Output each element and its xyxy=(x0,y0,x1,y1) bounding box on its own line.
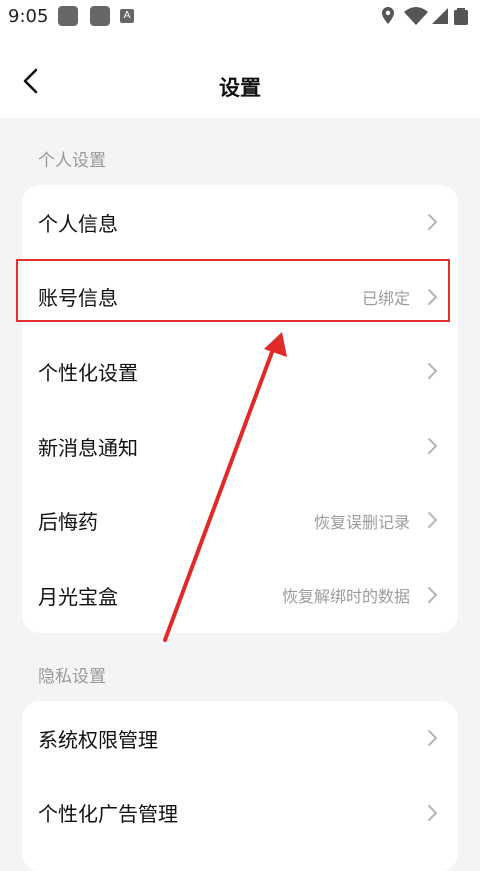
settings-item-regret-medicine[interactable]: 后悔药 恢复误删记录 xyxy=(22,483,458,558)
section-title-personal: 个人设置 xyxy=(38,151,106,171)
settings-item-value: 恢复解绑时的数据 xyxy=(281,587,410,607)
app-square-icon xyxy=(90,6,110,26)
settings-item-label: 月光宝盒 xyxy=(38,584,118,609)
chevron-right-icon xyxy=(428,288,437,305)
chevron-right-icon xyxy=(428,214,437,230)
wifi-icon xyxy=(404,7,428,25)
settings-item-ad-personalization[interactable]: 个性化广告管理 xyxy=(22,776,458,851)
location-icon xyxy=(382,7,394,24)
battery-icon xyxy=(454,8,468,25)
page-title: 设置 xyxy=(219,76,261,100)
app-square-icon xyxy=(58,6,78,26)
chevron-right-icon xyxy=(428,437,437,454)
settings-item-label: 个性化设置 xyxy=(38,360,138,385)
status-right-icons xyxy=(382,7,468,25)
settings-item-value: 恢复误删记录 xyxy=(313,512,410,532)
settings-item-account-info[interactable]: 账号信息 已绑定 xyxy=(22,260,458,335)
settings-item-personalization[interactable]: 个性化设置 xyxy=(22,334,458,409)
settings-item-value: 已绑定 xyxy=(361,288,410,308)
chevron-right-icon xyxy=(428,730,437,746)
settings-item-label: 后悔药 xyxy=(38,510,98,535)
signal-icon xyxy=(432,8,448,24)
settings-item-label: 账号信息 xyxy=(38,286,118,311)
chevron-right-icon xyxy=(428,363,437,380)
section-title-privacy: 隐私设置 xyxy=(38,667,106,687)
settings-item-notifications[interactable]: 新消息通知 xyxy=(22,409,458,484)
settings-item-label: 新消息通知 xyxy=(38,435,138,460)
settings-item-moonlight-box[interactable]: 月光宝盒 恢复解绑时的数据 xyxy=(22,558,458,633)
status-bar: 9:05 A xyxy=(0,0,480,34)
chevron-right-icon xyxy=(428,804,437,821)
settings-item-label: 系统权限管理 xyxy=(38,727,158,752)
status-time: 9:05 xyxy=(8,6,49,27)
settings-card-privacy: 系统权限管理 个性化广告管理 xyxy=(22,701,458,871)
settings-item-label: 个人信息 xyxy=(38,211,118,236)
settings-item-personal-info[interactable]: 个人信息 xyxy=(22,185,458,260)
a-icon: A xyxy=(120,9,134,23)
settings-card-personal: 个人信息 账号信息 已绑定 个性化设置 新消息通知 后悔药 恢复误删记录 月光宝… xyxy=(22,185,458,633)
chevron-right-icon xyxy=(428,586,437,603)
settings-item-label: 个性化广告管理 xyxy=(38,802,178,827)
chevron-right-icon xyxy=(428,512,437,529)
header: 设置 xyxy=(0,34,480,118)
settings-item-system-permissions[interactable]: 系统权限管理 xyxy=(22,701,458,776)
